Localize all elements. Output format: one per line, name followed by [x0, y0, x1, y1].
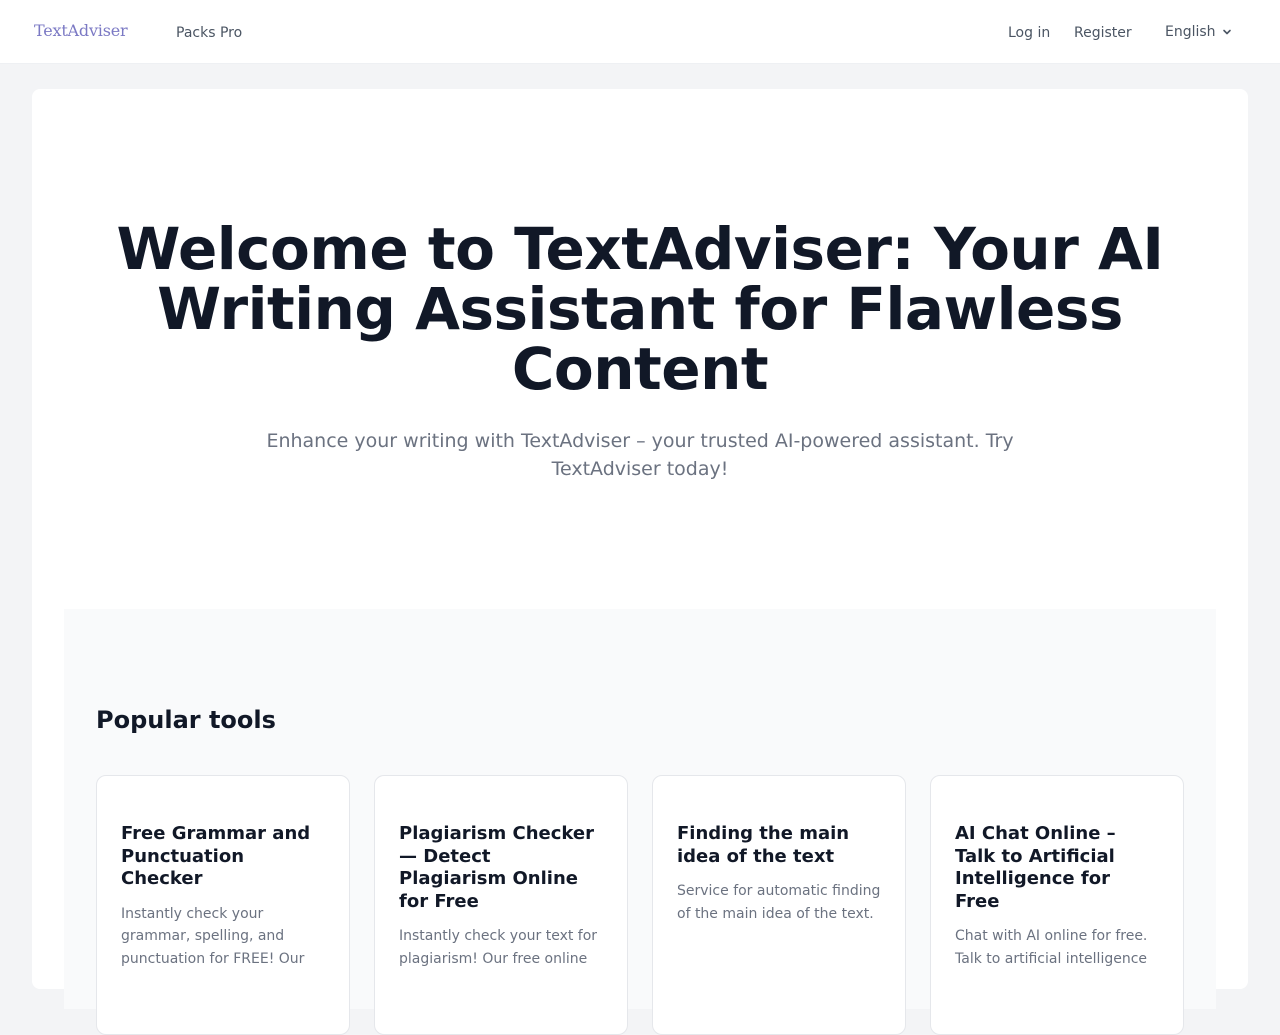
tool-card-title: Free Grammar and Punctuation Checker — [121, 823, 311, 889]
nav-link-packs-pro[interactable]: Packs Pro — [176, 24, 242, 42]
top-navigation-bar: TextAdviser Packs Pro Log in Register En… — [0, 0, 1280, 64]
popular-tools-heading: Popular tools — [96, 706, 276, 734]
tool-card-description: Instantly check your text for plagiarism… — [399, 928, 598, 967]
tool-card-title: Plagiarism Checker — Detect Plagiarism O… — [399, 823, 594, 912]
chevron-down-icon — [1222, 29, 1231, 35]
language-selector[interactable]: English — [1165, 23, 1232, 41]
register-link[interactable]: Register — [1074, 24, 1132, 42]
hero-section: Welcome to TextAdviser: Your AI Writing … — [32, 219, 1248, 483]
login-link[interactable]: Log in — [1008, 24, 1050, 42]
language-selected-value: English — [1165, 24, 1216, 40]
hero-subtitle: Enhance your writing with TextAdviser – … — [266, 430, 1014, 480]
tool-card-description: Chat with AI online for free. Talk to ar… — [955, 928, 1148, 967]
tool-card-title: Finding the main idea of the text — [677, 823, 850, 867]
tool-card-description: Service for automatic finding of the mai… — [677, 883, 881, 922]
main-content-card: Welcome to TextAdviser: Your AI Writing … — [32, 89, 1248, 1035]
tool-card-grammar-checker[interactable]: Free Grammar and Punctuation Checker Ins… — [96, 775, 350, 1035]
hero-title: Welcome to TextAdviser: Your AI Writing … — [116, 215, 1164, 403]
tool-card-ai-chat[interactable]: AI Chat Online – Talk to Artificial Inte… — [930, 775, 1184, 1035]
tool-card-title: AI Chat Online – Talk to Artificial Inte… — [955, 823, 1116, 912]
brand-logo-link[interactable]: TextAdviser — [34, 21, 128, 40]
tool-card-plagiarism-checker[interactable]: Plagiarism Checker — Detect Plagiarism O… — [374, 775, 628, 1035]
tool-card-main-idea-finder[interactable]: Finding the main idea of the text Servic… — [652, 775, 906, 1035]
popular-tools-section: Popular tools Free Grammar and Punctuati… — [64, 609, 1216, 1035]
